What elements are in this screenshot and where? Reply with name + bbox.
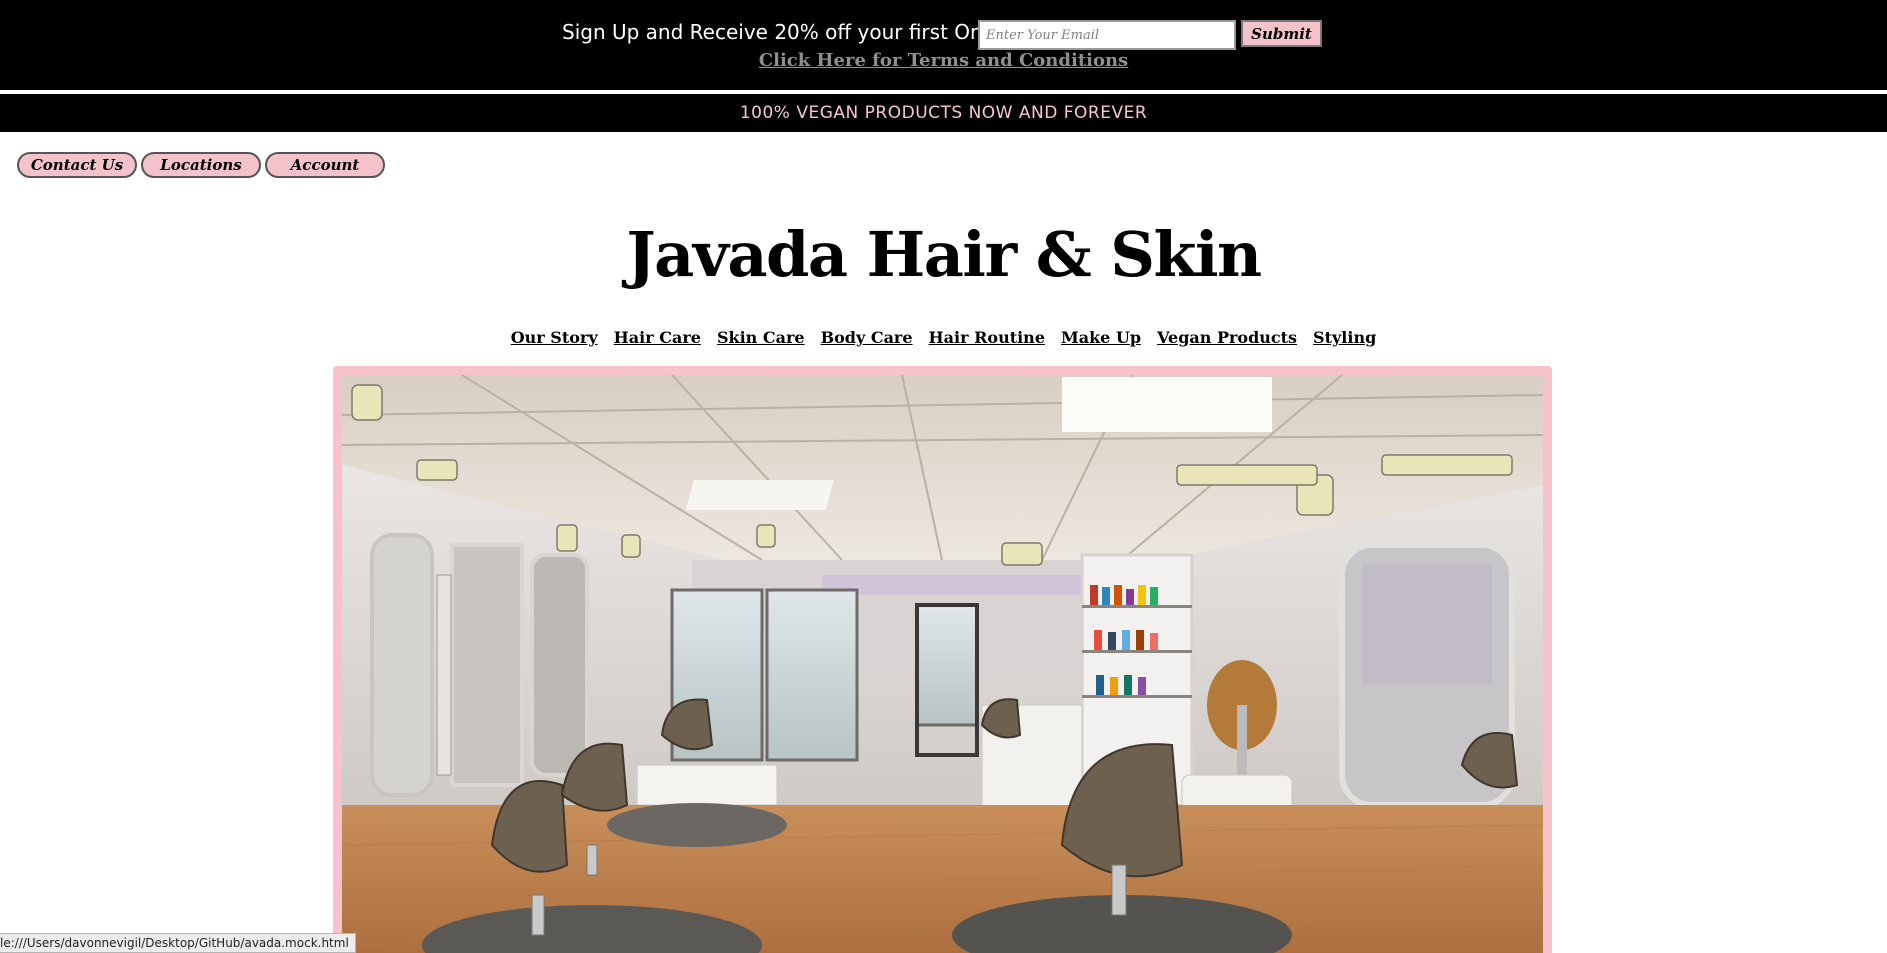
vegan-banner-text: 100% VEGAN PRODUCTS NOW AND FOREVER	[739, 103, 1148, 123]
nav-link-styling[interactable]: Styling	[1313, 328, 1376, 347]
email-field[interactable]	[978, 20, 1236, 50]
hero-frame	[333, 366, 1552, 953]
nav-link-hair-routine[interactable]: Hair Routine	[929, 328, 1045, 347]
signup-promo-text: Sign Up and Receive 20% off your first O…	[562, 20, 1012, 44]
nav-link-body-care[interactable]: Body Care	[821, 328, 913, 347]
locations-button[interactable]: Locations	[141, 152, 261, 178]
site-title: Javada Hair & Skin	[626, 218, 1262, 291]
vegan-banner: 100% VEGAN PRODUCTS NOW AND FOREVER	[0, 94, 1887, 132]
status-bar-url: le:///Users/davonnevigil/Desktop/GitHub/…	[0, 933, 356, 953]
nav-link-make-up[interactable]: Make Up	[1061, 328, 1141, 347]
nav-link-hair-care[interactable]: Hair Care	[614, 328, 701, 347]
nav-link-skin-care[interactable]: Skin Care	[717, 328, 805, 347]
utility-nav: Contact Us Locations Account	[17, 152, 385, 178]
main-nav: Our Story Hair Care Skin Care Body Care …	[0, 328, 1887, 347]
terms-link[interactable]: Click Here for Terms and Conditions	[0, 50, 1887, 71]
signup-banner: Sign Up and Receive 20% off your first O…	[0, 0, 1887, 92]
contact-us-button[interactable]: Contact Us	[17, 152, 137, 178]
account-button[interactable]: Account	[265, 152, 385, 178]
nav-link-our-story[interactable]: Our Story	[511, 328, 598, 347]
nav-link-vegan-products[interactable]: Vegan Products	[1157, 328, 1297, 347]
salon-interior-image	[342, 375, 1543, 953]
submit-button[interactable]: Submit	[1241, 20, 1322, 47]
